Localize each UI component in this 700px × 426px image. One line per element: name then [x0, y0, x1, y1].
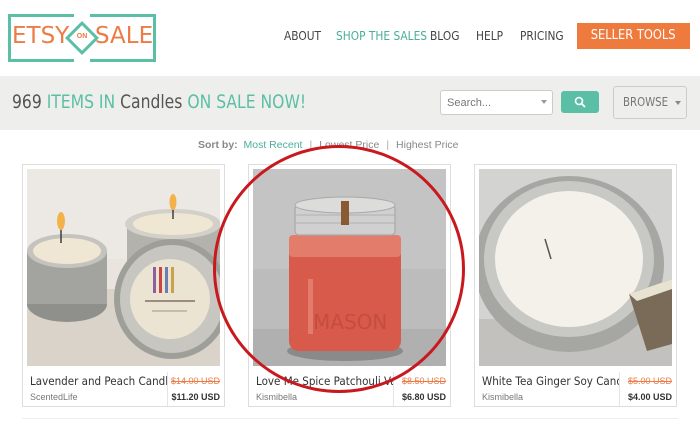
product-title[interactable]: White Tea Ginger Soy Candle [482, 374, 624, 388]
product-card[interactable]: White Tea Ginger Soy Candle Kismibella $… [474, 164, 677, 407]
search-input[interactable]: Search... [440, 90, 553, 115]
category-name: Candles [120, 91, 183, 113]
sort-label: Sort by: [198, 139, 238, 151]
nav-pricing[interactable]: PRICING [520, 28, 564, 43]
browse-dropdown-button[interactable]: BROWSE [613, 86, 687, 119]
chevron-down-icon [674, 100, 681, 105]
site-header: ETSY ON SALE ABOUT SHOP THE SALES BLOG H… [0, 0, 700, 76]
product-card-footer: Lavender and Peach Candle ScentedLife $1… [23, 369, 224, 407]
product-card-footer: White Tea Ginger Soy Candle Kismibella $… [475, 369, 676, 407]
sort-divider: | [386, 139, 390, 151]
price-box: $14.00 USD $11.20 USD [167, 372, 224, 406]
highlight-circle [213, 145, 465, 393]
logo-etsy-text: ETSY [12, 23, 70, 49]
search-button[interactable] [561, 91, 599, 113]
logo-on-text: ON [76, 33, 88, 40]
sale-price: $11.20 USD [171, 392, 220, 402]
nav-about[interactable]: ABOUT [284, 28, 321, 43]
results-bar: 969 ITEMS IN Candles ON SALE NOW! Search… [0, 76, 700, 130]
items-in-text: ITEMS IN [46, 91, 116, 113]
divider [22, 418, 678, 419]
nav-blog[interactable]: BLOG [430, 28, 459, 43]
sort-most-recent[interactable]: Most Recent [244, 139, 303, 151]
items-count: 969 [12, 91, 42, 113]
seller-tools-label: SELLER TOOLS [591, 28, 676, 43]
search-placeholder: Search... [447, 97, 492, 109]
original-price: $14.00 USD [170, 376, 220, 386]
browse-label: BROWSE [623, 95, 669, 109]
price-box: $8.50 USD $6.80 USD [393, 372, 450, 406]
shop-name[interactable]: Kismibella [256, 392, 297, 402]
original-price: $5.00 USD [627, 376, 672, 386]
nav-help[interactable]: HELP [476, 28, 503, 43]
product-card[interactable]: Lavender and Peach Candle ScentedLife $1… [22, 164, 225, 407]
price-box: $5.00 USD $4.00 USD [619, 372, 676, 406]
sale-price: $6.80 USD [401, 392, 446, 402]
seller-tools-button[interactable]: SELLER TOOLS [577, 23, 690, 49]
search-icon [574, 96, 586, 108]
product-image-white-tea-candle[interactable] [479, 169, 672, 366]
original-price: $8.50 USD [401, 376, 446, 386]
on-sale-now-text: ON SALE NOW! [187, 91, 307, 113]
sale-price: $4.00 USD [627, 392, 672, 402]
product-image-lavender-candles[interactable] [27, 169, 220, 366]
logo-sale-text: SALE [95, 23, 154, 49]
product-title[interactable]: Lavender and Peach Candle [30, 374, 172, 388]
shop-name[interactable]: ScentedLife [30, 392, 78, 402]
search-dropdown-caret-icon[interactable] [541, 100, 547, 104]
results-headline: 969 ITEMS IN Candles ON SALE NOW! [12, 91, 306, 113]
etsy-on-sale-logo[interactable]: ETSY ON SALE [8, 14, 156, 62]
nav-shop-the-sales[interactable]: SHOP THE SALES [336, 28, 427, 43]
shop-name[interactable]: Kismibella [482, 392, 523, 402]
sort-highest-price[interactable]: Highest Price [396, 139, 458, 151]
